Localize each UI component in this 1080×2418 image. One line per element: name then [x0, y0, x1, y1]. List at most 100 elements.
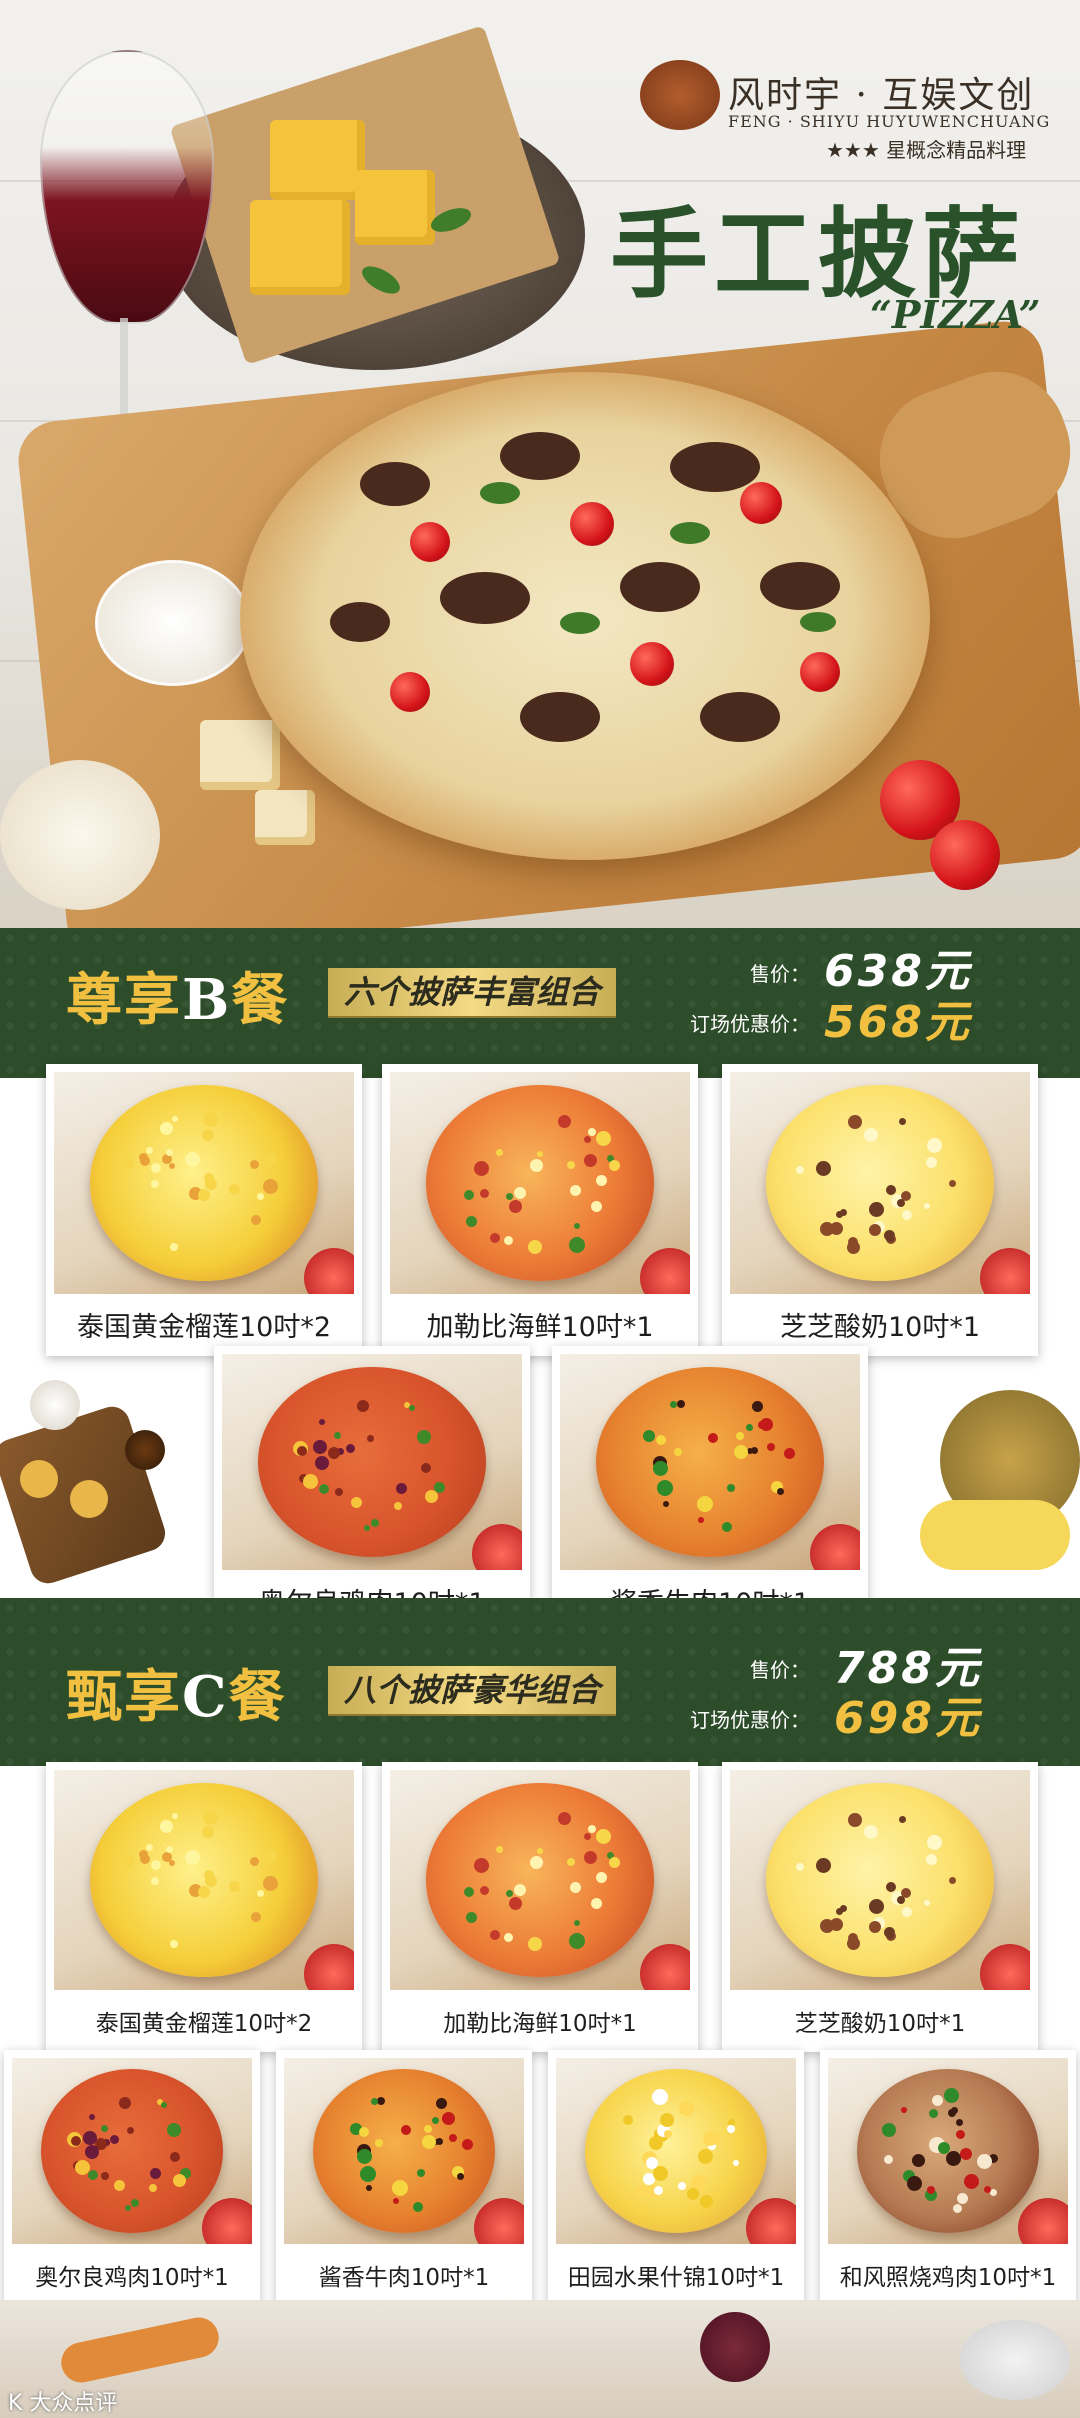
topping-piece [583, 1154, 597, 1168]
topping-piece [198, 1885, 211, 1898]
topping-piece [863, 1128, 878, 1142]
pizza-cheese [766, 1783, 994, 1977]
topping-piece [118, 2096, 131, 2109]
topping-piece [885, 1234, 894, 1243]
topping-piece [140, 1156, 151, 1167]
durian-flesh [920, 1500, 1070, 1570]
topping-piece [952, 2204, 962, 2214]
topping-piece [652, 2088, 669, 2105]
topping-piece [256, 1889, 264, 1897]
topping-piece [944, 2088, 960, 2104]
pizza-seafood [426, 1783, 654, 1977]
beef-topping [700, 692, 780, 742]
topping-piece [885, 1184, 896, 1195]
topping-piece [496, 1148, 504, 1156]
topping-piece [926, 1138, 942, 1154]
topping-piece [264, 1153, 277, 1166]
topping-piece [924, 1899, 931, 1906]
topping-piece [676, 1400, 685, 1409]
topping-piece [160, 2101, 167, 2108]
beef-topping [620, 562, 700, 612]
beef-topping [670, 442, 760, 492]
pizza-photo [54, 1770, 354, 1990]
topping-piece [835, 1210, 843, 1218]
topping-piece [816, 1857, 832, 1873]
topping-piece [126, 2127, 134, 2135]
hero-pizza [240, 372, 930, 860]
set-c-price-label: 售价： [750, 1658, 810, 1682]
set-b-promo-label: 订场优惠价： [690, 1012, 810, 1036]
cheese-cube [250, 200, 350, 295]
topping-piece [707, 1432, 718, 1443]
topping-piece [351, 1496, 363, 1508]
pizza-photo [560, 1354, 860, 1570]
topping-piece [514, 1884, 527, 1897]
topping-piece [901, 1887, 912, 1898]
set_b-pizza-card: 加勒比海鲜10吋*1 [382, 1064, 698, 1356]
topping-piece [869, 1224, 882, 1237]
topping-piece [201, 1128, 214, 1141]
pizza-photo [284, 2058, 524, 2244]
topping-piece [198, 1188, 211, 1201]
topping-piece [884, 2155, 894, 2165]
topping-piece [907, 2175, 923, 2191]
topping-piece [796, 1166, 805, 1175]
topping-piece [150, 1180, 159, 1189]
pizza-photo [730, 1072, 1030, 1294]
topping-piece [767, 1443, 776, 1452]
pizza-name-label: 和风照烧鸡肉10吋*1 [839, 2265, 1057, 2291]
mooncake [20, 1460, 58, 1498]
set_c-pizza-card: 加勒比海鲜10吋*1 [382, 1762, 698, 2052]
topping-piece [583, 1833, 591, 1841]
tomato-garnish [474, 2198, 524, 2244]
topping-piece [435, 2137, 443, 2145]
topping-piece [959, 2147, 972, 2160]
topping-piece [727, 1484, 736, 1493]
pizza-photo [390, 1072, 690, 1294]
pizza-orleans [40, 2069, 224, 2233]
topping-piece [140, 1918, 147, 1925]
cherry-tomato [410, 522, 450, 562]
pizza-teriyaki [856, 2069, 1040, 2233]
bowl [960, 2320, 1070, 2400]
pizza-seafood [426, 1085, 654, 1281]
topping-piece [899, 1118, 907, 1126]
topping-piece [204, 1875, 217, 1888]
topping-piece [587, 1127, 596, 1136]
set-b-title-cn: 尊享 [66, 967, 182, 1033]
topping-piece [569, 1933, 586, 1950]
topping-piece [503, 1236, 513, 1246]
topping-piece [937, 2141, 950, 2154]
set-b-title: 尊享B餐 [66, 955, 289, 1036]
topping-piece [587, 1825, 596, 1834]
topping-piece [591, 1201, 603, 1213]
topping-piece [595, 1131, 611, 1147]
topping-piece [509, 1896, 523, 1910]
beef-topping [760, 562, 840, 610]
topping-piece [816, 1160, 832, 1176]
topping-piece [130, 2199, 139, 2208]
pizza-name-label: 奥尔良鸡肉10吋*1 [35, 2265, 229, 2291]
topping-piece [750, 1447, 758, 1455]
topping-piece [462, 2138, 474, 2150]
cheese-wedge [200, 720, 280, 790]
topping-piece [393, 1501, 402, 1510]
topping-piece [669, 1400, 677, 1408]
set-b-promo-price: 568元 [824, 997, 972, 1048]
topping-piece [496, 1845, 504, 1853]
topping-piece [421, 2135, 436, 2150]
set-b-slogan: 六个披萨丰富组合 [328, 968, 617, 1016]
topping-piece [417, 1430, 432, 1445]
topping-piece [574, 1222, 581, 1229]
beef-topping [520, 692, 600, 742]
set-c-title-latin: C [182, 1664, 229, 1730]
tomato-garnish [202, 2198, 252, 2244]
topping-piece [901, 1190, 912, 1201]
topping-piece [303, 1473, 319, 1489]
topping-piece [949, 1180, 957, 1188]
onion [700, 2312, 770, 2382]
topping-piece [474, 1160, 490, 1176]
pizza-name-label: 加勒比海鲜10吋*1 [443, 2011, 637, 2037]
topping-piece [204, 1178, 217, 1191]
pizza-photo [222, 1354, 522, 1570]
